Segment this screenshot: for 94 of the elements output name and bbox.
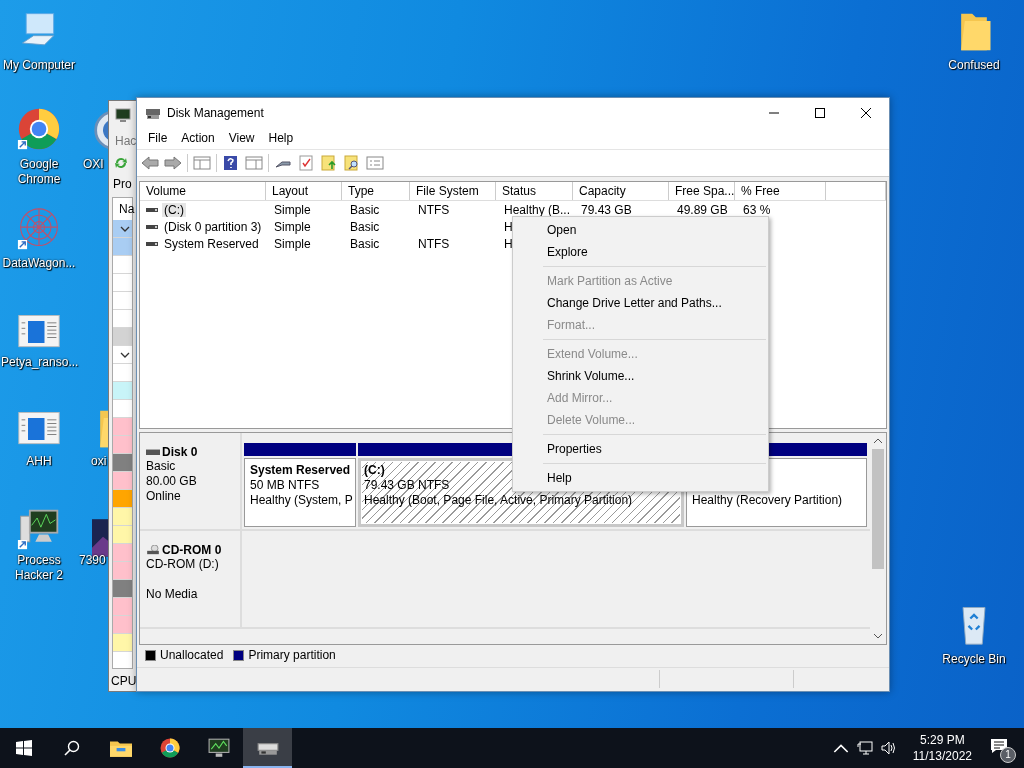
folder-up-icon[interactable] (320, 155, 338, 171)
table-cell-text: NTFS (417, 236, 451, 251)
menu-item[interactable]: Properties (513, 438, 768, 460)
clock-date[interactable]: 11/13/2022 (912, 748, 972, 764)
windows-logo-icon[interactable] (16, 740, 32, 756)
network-icon[interactable] (856, 741, 873, 755)
disk-type: Basic (146, 459, 176, 474)
column-header[interactable]: Layout (266, 182, 342, 200)
table-cell-text: Basic (349, 219, 381, 234)
scroll-down-icon[interactable] (873, 633, 883, 639)
forward-arrow-icon[interactable] (164, 155, 182, 171)
partition-status: Healthy (Recovery Partition) (692, 493, 843, 508)
table-cell-text: NTFS (417, 202, 451, 217)
tab[interactable]: Pro (113, 177, 132, 191)
back-arrow-icon[interactable] (141, 155, 159, 171)
process-row[interactable] (113, 220, 132, 238)
partition-status: Healthy (Boot, Page File, Active, Primary Partition) (364, 493, 633, 508)
table-cell[interactable]: (Disk 0 partition 3) (162, 219, 264, 234)
close-icon[interactable] (861, 107, 871, 118)
monitor-icon[interactable] (207, 738, 230, 758)
notification-icon[interactable] (990, 738, 1008, 754)
partition-size: 79.43 GB NTFS (364, 478, 450, 493)
table-cell-text: Simple (273, 236, 312, 251)
disk-size: 80.00 GB (146, 474, 197, 489)
menu-item[interactable]: Action (174, 129, 222, 147)
menu-item[interactable]: Help (261, 129, 301, 147)
column-header[interactable]: Type (342, 182, 410, 200)
table-cell-text: 63 % (742, 202, 772, 217)
monitor-icon[interactable] (17, 507, 61, 551)
chevron-down-icon[interactable] (120, 226, 130, 232)
disk-management-button[interactable] (243, 728, 292, 768)
menu-item[interactable]: Explore (513, 241, 768, 263)
chrome-icon[interactable] (158, 738, 181, 758)
drive-icon (146, 223, 158, 230)
window-title: Disk Management (167, 105, 265, 120)
partition-size: 50 MB NTFS (250, 478, 320, 493)
column-header[interactable]: % Free (735, 182, 826, 200)
column-header[interactable]: File System (410, 182, 496, 200)
menu-item[interactable]: View (221, 129, 262, 147)
clock-time[interactable]: 5:29 PM (920, 732, 965, 748)
checklist-icon[interactable] (297, 155, 315, 171)
column-header[interactable]: Free Spa... (669, 182, 735, 200)
table-cell-text: 49.89 GB (676, 202, 729, 217)
folder-search-icon[interactable] (343, 155, 361, 171)
table-cell-text: 79.43 GB (580, 202, 633, 217)
maximize-icon[interactable] (815, 107, 825, 118)
scroll-up-icon[interactable] (873, 438, 883, 444)
table-cell-text: Basic (349, 202, 381, 217)
drive-icon (146, 240, 158, 247)
table-cell[interactable]: System Reserved (162, 236, 261, 251)
console-tree-icon[interactable] (193, 155, 211, 171)
disk-status: Online (146, 489, 181, 504)
table-cell-text: Basic (349, 236, 381, 251)
column-header[interactable]: Volume (140, 182, 266, 200)
disk-name[interactable]: CD-ROM 0 (162, 543, 222, 557)
chevron-down-icon[interactable] (120, 352, 130, 358)
column-header[interactable]: Capacity (573, 182, 669, 200)
disk-drive-icon (146, 447, 160, 457)
pattern-icon[interactable] (17, 207, 61, 251)
cd-drive-icon (146, 545, 160, 555)
disk-name[interactable]: Disk 0 (162, 445, 198, 459)
table-cell-text: Simple (273, 202, 312, 217)
status-bar-text: CPU (111, 674, 137, 688)
partition-name: (C:) (364, 463, 385, 478)
help-icon[interactable] (222, 155, 240, 171)
desktop-icon-label[interactable]: Recycle Bin (936, 652, 1012, 667)
menu-item[interactable]: File (141, 129, 175, 147)
folder-icon[interactable] (109, 738, 132, 758)
partition-name: System Reserved (250, 463, 351, 478)
disk-status: No Media (146, 587, 198, 602)
monitor-icon (115, 107, 131, 123)
table-cell-text: Healthy (B... (503, 202, 572, 217)
partition-status: Healthy (System, P (250, 493, 353, 508)
menu-item[interactable]: Hac (115, 134, 137, 148)
search-icon[interactable] (64, 740, 80, 756)
action-pane-icon[interactable] (245, 155, 263, 171)
refresh-icon[interactable] (113, 155, 129, 171)
table-cell-text: H (503, 219, 514, 234)
menu-item[interactable]: Shrink Volume... (513, 365, 768, 387)
desktop-icon-label[interactable]: Confused (936, 58, 1012, 73)
partition-block[interactable]: System Reserved 50 MB NTFS Healthy (System, P (244, 458, 356, 527)
menu-item[interactable]: Open (513, 219, 768, 241)
table-cell-text: Simple (273, 219, 312, 234)
disk-type: CD-ROM (D:) (146, 557, 219, 572)
menu-item[interactable]: Change Drive Letter and Paths... (513, 292, 768, 314)
notification-count-badge: 1 (1000, 747, 1016, 763)
speaker-icon[interactable] (880, 741, 897, 755)
legend-label: Primary partition (248, 648, 336, 662)
column-header[interactable]: Status (496, 182, 573, 200)
table-cell[interactable]: (C:) (162, 202, 186, 217)
table-cell-text: H (503, 236, 514, 251)
drive-icon (146, 206, 158, 213)
legend-label: Unallocated (160, 648, 224, 662)
scrollbar[interactable] (870, 433, 886, 644)
